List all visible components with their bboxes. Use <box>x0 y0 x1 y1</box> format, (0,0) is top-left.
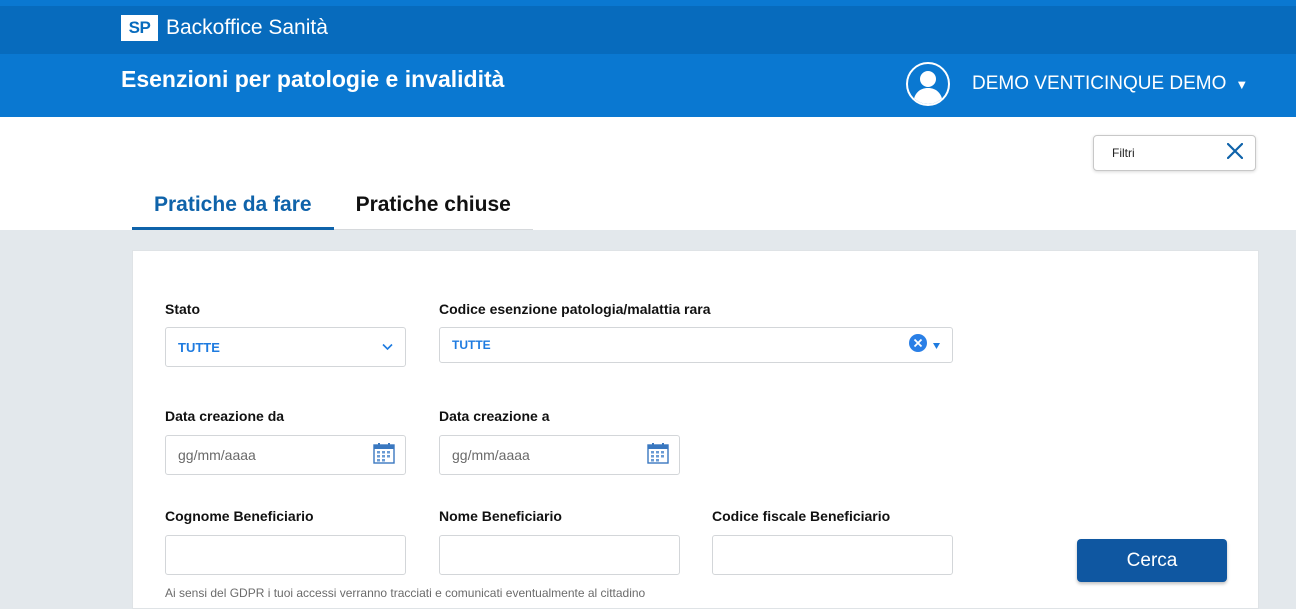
cognome-label: Cognome Beneficiario <box>165 508 314 524</box>
codice-fiscale-input[interactable] <box>725 536 940 574</box>
gdpr-notice: Ai sensi del GDPR i tuoi accessi verrann… <box>165 586 646 600</box>
calendar-icon[interactable] <box>373 442 395 469</box>
data-a-input[interactable] <box>452 436 647 474</box>
filters-label: Filtri <box>1112 146 1135 160</box>
data-a-field[interactable] <box>439 435 680 475</box>
user-avatar-icon <box>906 62 950 106</box>
cognome-field[interactable] <box>165 535 406 575</box>
stato-select[interactable]: TUTTE <box>165 327 406 367</box>
app-header: SP Backoffice Sanità Esenzioni per patol… <box>0 0 1296 117</box>
codice-esenzione-select[interactable]: TUTTE <box>439 327 953 363</box>
filters-toggle[interactable]: Filtri <box>1093 135 1256 171</box>
tab-pratiche-da-fare[interactable]: Pratiche da fare <box>132 190 334 230</box>
section-title: Esenzioni per patologie e invalidità <box>121 66 505 92</box>
tab-pratiche-chiuse[interactable]: Pratiche chiuse <box>333 190 533 230</box>
chevron-down-icon: ▼ <box>1235 76 1249 92</box>
brand[interactable]: SP Backoffice Sanità <box>121 15 328 41</box>
codice-esenzione-label: Codice esenzione patologia/malattia rara <box>439 301 711 317</box>
app-logo: SP <box>121 15 158 41</box>
calendar-icon[interactable] <box>647 442 669 469</box>
nome-input[interactable] <box>452 536 667 574</box>
close-icon[interactable] <box>1226 142 1244 164</box>
user-name: DEMO VENTICINQUE DEMO <box>972 73 1227 94</box>
data-da-label: Data creazione da <box>165 408 285 424</box>
stato-label: Stato <box>165 301 200 317</box>
data-da-field[interactable] <box>165 435 406 475</box>
chevron-down-icon <box>382 338 393 356</box>
data-da-input[interactable] <box>178 436 373 474</box>
tab-bar: Pratiche da fare Pratiche chiuse <box>132 190 533 230</box>
user-menu[interactable]: DEMO VENTICINQUE DEMO ▼ <box>906 62 1248 106</box>
chevron-down-icon[interactable] <box>933 336 940 354</box>
nome-label: Nome Beneficiario <box>439 508 562 524</box>
codice-esenzione-value: TUTTE <box>452 338 491 352</box>
search-button[interactable]: Cerca <box>1077 539 1227 582</box>
clear-selection-icon[interactable] <box>909 333 927 357</box>
codice-fiscale-label: Codice fiscale Beneficiario <box>712 508 891 524</box>
data-a-label: Data creazione a <box>439 408 550 424</box>
nome-field[interactable] <box>439 535 680 575</box>
app-name: Backoffice Sanità <box>166 16 328 39</box>
codice-fiscale-field[interactable] <box>712 535 953 575</box>
stato-value: TUTTE <box>178 339 220 355</box>
cognome-input[interactable] <box>178 536 393 574</box>
